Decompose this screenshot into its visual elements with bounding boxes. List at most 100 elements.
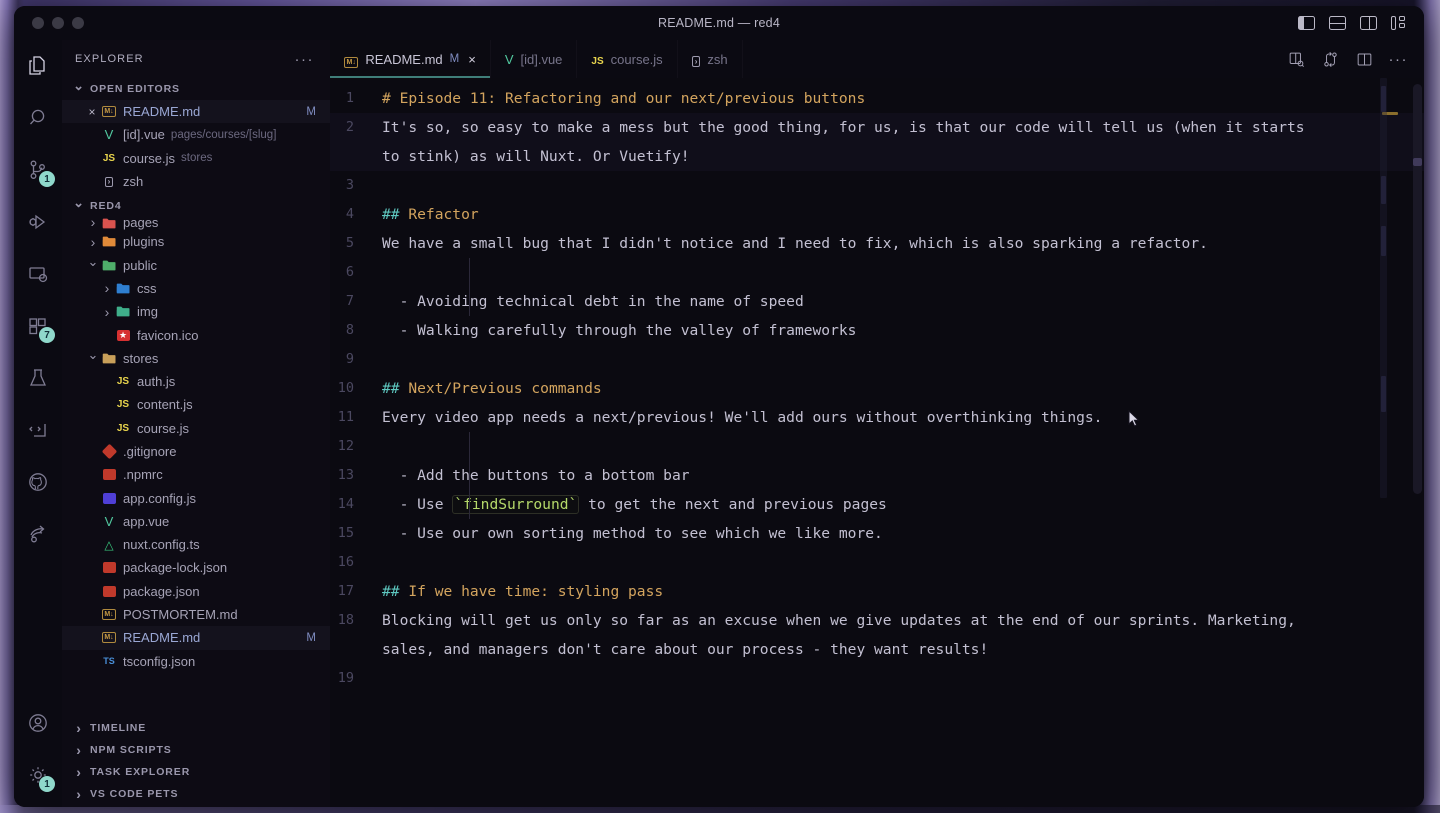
ellipsis-icon[interactable]: ··· [1389,51,1409,68]
code-line[interactable]: 19 [330,664,1424,693]
section-red4[interactable]: RED4 [62,195,330,217]
activitybar-item-live-share[interactable] [14,508,62,560]
compare-changes-icon[interactable] [1321,50,1340,69]
customize-layout-icon[interactable] [1391,16,1408,30]
code-line[interactable]: 10## Next/Previous commands [330,374,1424,403]
close-icon[interactable]: × [468,52,476,67]
section-open-editors[interactable]: OPEN EDITORS [62,78,330,100]
code-line[interactable]: 17## If we have time: styling pass [330,577,1424,606]
tree-folder-plugins[interactable]: plugins [62,230,330,253]
code-line[interactable]: 2It's so, so easy to make a mess but the… [330,113,1424,171]
open-editor-label: course.js [123,151,175,166]
toggle-secondary-sidebar-icon[interactable] [1360,16,1377,30]
code-line[interactable]: 4## Refactor [330,200,1424,229]
tab-zsh[interactable]: › zsh [678,40,743,78]
open-editor-readme[interactable]: × M↓ README.md M [62,100,330,123]
code-editor[interactable]: 1# Episode 11: Refactoring and our next/… [330,78,1424,807]
tree-item-label: img [137,304,158,319]
tab-id-vue[interactable]: V [id].vue [491,40,578,78]
code-lines[interactable]: 1# Episode 11: Refactoring and our next/… [330,78,1424,807]
tree-file-readme-md[interactable]: M↓README.mdM [62,626,330,649]
code-line[interactable]: 14 - Use `findSurround` to get the next … [330,490,1424,519]
code-line[interactable]: 11Every video app needs a next/previous!… [330,403,1424,432]
tree-folder-img[interactable]: img [62,300,330,323]
code-line[interactable]: 3 [330,171,1424,200]
code-line[interactable]: 5We have a small bug that I didn't notic… [330,229,1424,258]
tree-file-content-js[interactable]: JScontent.js [62,393,330,416]
close-icon[interactable]: × [84,105,100,119]
minimap[interactable] [1364,78,1408,807]
activitybar-item-source-control[interactable]: 1 [14,144,62,196]
chevron-right-icon[interactable] [100,304,114,320]
toggle-primary-sidebar-icon[interactable] [1298,16,1315,30]
code-line[interactable]: 9 [330,345,1424,374]
code-text: Refactor [408,206,478,223]
section-open-editors-label: OPEN EDITORS [90,83,180,95]
chevron-right-icon [72,720,86,736]
open-editor-course-js[interactable]: JS course.js stores [62,147,330,170]
activitybar-item-extensions[interactable]: 7 [14,300,62,352]
tab-course-js[interactable]: JS course.js [577,40,677,78]
tree-file--gitignore[interactable]: .gitignore [62,440,330,463]
tree-file-course-js[interactable]: JScourse.js [62,417,330,440]
toggle-panel-icon[interactable] [1329,16,1346,30]
activitybar-item-search[interactable] [14,92,62,144]
account-icon [26,711,50,735]
code-line[interactable]: 16 [330,548,1424,577]
tree-file--npmrc[interactable]: .npmrc [62,463,330,486]
activitybar-item-github[interactable] [14,456,62,508]
chevron-down-icon[interactable] [86,257,100,273]
file-tree: pages plugins public css img ★favicon.ico… [62,217,330,673]
activitybar-item-testing[interactable] [14,352,62,404]
tree-file-app-vue[interactable]: Vapp.vue [62,510,330,533]
code-line[interactable]: 1# Episode 11: Refactoring and our next/… [330,84,1424,113]
tab-readme-md[interactable]: M↓ README.md M × [330,40,491,78]
code-line[interactable]: 13 - Add the buttons to a bottom bar [330,461,1424,490]
tree-file-tsconfig-json[interactable]: TStsconfig.json [62,650,330,673]
chevron-right-icon [72,742,86,758]
section-timeline[interactable]: TIMELINE [62,717,330,739]
activitybar-item-manage[interactable]: 1 [14,749,62,801]
activitybar-item-code-snippets[interactable] [14,404,62,456]
tree-file-nuxt-config-ts[interactable]: △nuxt.config.ts [62,533,330,556]
tree-file-package-lock-json[interactable]: package-lock.json [62,556,330,579]
tree-folder-stores[interactable]: stores [62,347,330,370]
section-npm-scripts[interactable]: NPM SCRIPTS [62,739,330,761]
chevron-right-icon[interactable] [86,217,100,230]
editor-scrollbar-thumb[interactable] [1413,84,1422,494]
tree-file-auth-js[interactable]: JSauth.js [62,370,330,393]
chevron-right-icon[interactable] [86,234,100,250]
activitybar-bottom: 1 [14,697,62,801]
open-preview-icon[interactable] [1287,50,1306,69]
code-line[interactable]: 18Blocking will get us only so far as an… [330,606,1424,664]
sidebar-title: EXPLORER [75,53,144,65]
tree-folder-css[interactable]: css [62,277,330,300]
activitybar-item-explorer[interactable] [14,40,62,92]
section-task-explorer[interactable]: TASK EXPLORER [62,761,330,783]
code-line[interactable]: 15 - Use our own sorting method to see w… [330,519,1424,548]
editor-area: M↓ README.md M × V [id].vue JS course.js… [330,40,1424,807]
tree-file-postmortem-md[interactable]: M↓POSTMORTEM.md [62,603,330,626]
section-vs-code-pets[interactable]: VS CODE PETS [62,783,330,805]
section-red4-label: RED4 [90,200,122,212]
open-editor-id-vue[interactable]: V [id].vue pages/courses/[slug] [62,123,330,146]
tree-file-app-config-js[interactable]: app.config.js [62,486,330,509]
open-editor-zsh[interactable]: › zsh [62,170,330,193]
chevron-right-icon[interactable] [100,280,114,296]
tree-file-favicon-ico[interactable]: ★favicon.ico [62,323,330,346]
code-line[interactable]: 6 [330,258,1424,287]
sidebar-more-actions[interactable]: ··· [295,51,315,68]
code-text: If we have time: styling pass [408,583,663,600]
tree-folder-pages[interactable]: pages [62,217,330,230]
code-line[interactable]: 12 [330,432,1424,461]
split-editor-icon[interactable] [1355,50,1374,69]
code-line[interactable]: 8 - Walking carefully through the valley… [330,316,1424,345]
tree-file-package-json[interactable]: package.json [62,580,330,603]
code-line[interactable]: 7 - Avoiding technical debt in the name … [330,287,1424,316]
section-vs-code-pets-label: VS CODE PETS [90,788,178,800]
tree-folder-public[interactable]: public [62,253,330,276]
activitybar-item-remote-explorer[interactable] [14,248,62,300]
chevron-down-icon[interactable] [86,350,100,366]
activitybar-item-accounts[interactable] [14,697,62,749]
activitybar-item-run-and-debug[interactable] [14,196,62,248]
